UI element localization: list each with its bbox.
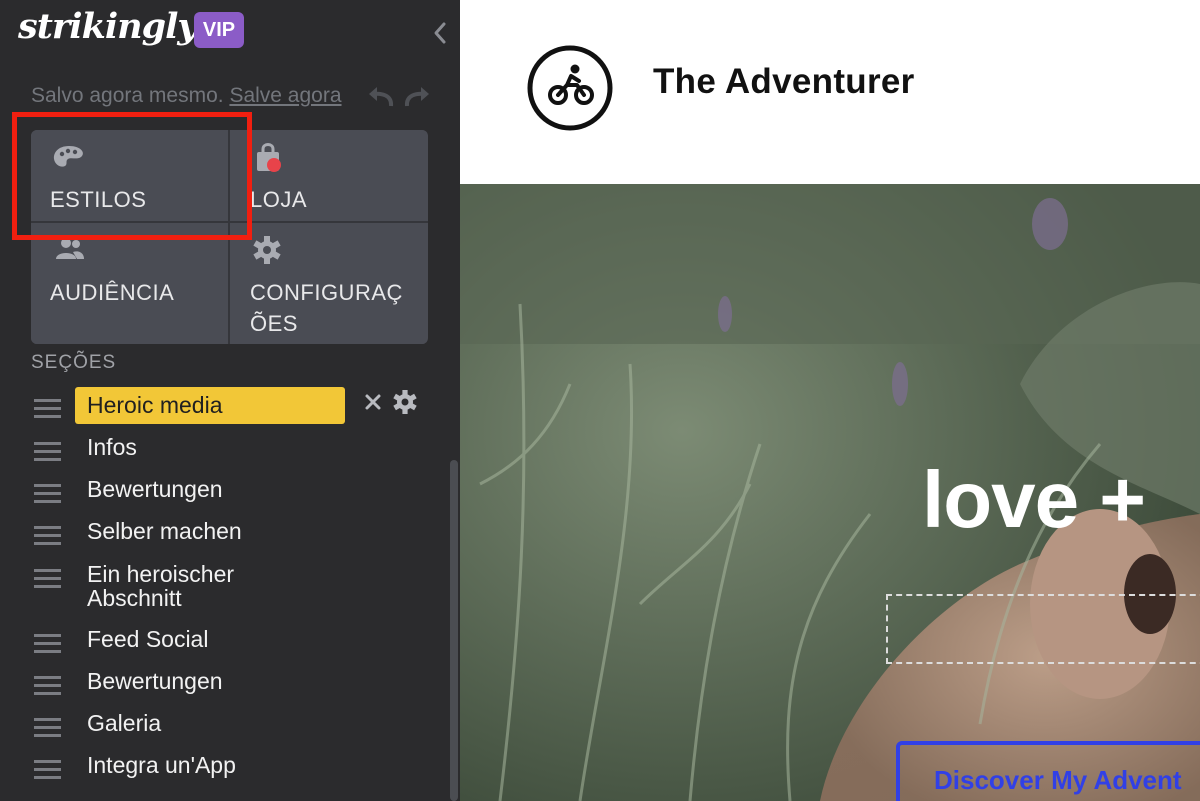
section-label: Bewertungen bbox=[87, 476, 223, 502]
drag-handle-icon[interactable] bbox=[34, 718, 61, 738]
section-settings-icon[interactable] bbox=[391, 388, 419, 416]
hero-text-placeholder[interactable] bbox=[886, 594, 1200, 664]
section-row[interactable]: Selber machen bbox=[0, 514, 440, 554]
section-label: Bewertungen bbox=[87, 668, 223, 694]
active-section-pill[interactable]: Heroic media bbox=[75, 387, 345, 424]
gear-icon bbox=[253, 236, 281, 264]
drag-handle-icon[interactable] bbox=[34, 442, 61, 462]
section-row[interactable]: Galeria bbox=[0, 706, 440, 746]
save-status: Salvo agora mesmo. Salve agora bbox=[31, 84, 342, 108]
strikingly-editor: strikingly VIP Salvo agora mesmo. Salve … bbox=[0, 0, 1200, 801]
section-label: Ein heroischer Abschnitt bbox=[87, 561, 235, 611]
section-label: Heroic media bbox=[87, 392, 223, 418]
section-label: Feed Social bbox=[87, 626, 209, 652]
site-preview: The Adventurer love + Discover My Advent bbox=[460, 0, 1200, 801]
undo-icon[interactable] bbox=[366, 83, 396, 109]
hero-heading[interactable]: love + bbox=[922, 454, 1146, 546]
vip-badge: VIP bbox=[194, 12, 244, 48]
section-row[interactable]: Bewertungen bbox=[0, 472, 440, 512]
section-row[interactable]: Integra un'App bbox=[0, 748, 440, 788]
section-label: Galeria bbox=[87, 710, 162, 736]
drag-handle-icon[interactable] bbox=[34, 484, 61, 504]
section-row[interactable]: Heroic media bbox=[0, 387, 440, 427]
hero-section: love + Discover My Advent bbox=[460, 184, 1200, 801]
discover-button-label: Discover My Advent bbox=[934, 765, 1182, 795]
strikingly-logo: strikingly bbox=[18, 6, 198, 47]
drag-handle-icon[interactable] bbox=[34, 634, 61, 654]
menu-tile-store[interactable]: LOJA bbox=[230, 130, 427, 221]
drag-handle-icon[interactable] bbox=[34, 676, 61, 696]
menu-tile-settings[interactable]: CONFIGURAÇ ÕES bbox=[230, 223, 427, 344]
editor-sidebar: strikingly VIP Salvo agora mesmo. Salve … bbox=[0, 0, 460, 801]
redo-icon[interactable] bbox=[402, 83, 432, 109]
close-icon[interactable] bbox=[362, 391, 384, 413]
menu-label-audience: AUDIÊNCIA bbox=[50, 280, 175, 305]
section-label: Integra un'App bbox=[87, 752, 236, 778]
section-row[interactable]: Infos bbox=[0, 430, 440, 470]
drag-handle-icon[interactable] bbox=[34, 760, 61, 780]
drag-handle-icon[interactable] bbox=[34, 399, 61, 419]
sections-heading: SEÇÕES bbox=[31, 352, 117, 373]
collapse-sidebar-icon[interactable] bbox=[428, 18, 452, 48]
section-row[interactable]: Feed Social bbox=[0, 622, 440, 662]
notification-dot bbox=[267, 158, 281, 172]
highlight-box bbox=[12, 112, 252, 240]
section-label: Selber machen bbox=[87, 518, 242, 544]
sidebar-scrollbar[interactable] bbox=[450, 460, 458, 801]
section-row[interactable]: Ein heroischer Abschnitt bbox=[0, 557, 440, 613]
saved-text: Salvo agora mesmo. bbox=[31, 84, 224, 107]
drag-handle-icon[interactable] bbox=[34, 569, 61, 589]
section-row[interactable]: Bewertungen bbox=[0, 664, 440, 704]
menu-label-store: LOJA bbox=[250, 187, 308, 212]
save-now-link[interactable]: Salve agora bbox=[229, 84, 341, 107]
site-header: The Adventurer bbox=[460, 0, 1200, 184]
discover-button[interactable]: Discover My Advent bbox=[896, 741, 1200, 801]
site-title[interactable]: The Adventurer bbox=[653, 62, 915, 102]
section-row[interactable] bbox=[0, 790, 440, 801]
menu-tile-audience[interactable]: AUDIÊNCIA bbox=[31, 223, 228, 344]
menu-label-settings: CONFIGURAÇ ÕES bbox=[250, 280, 403, 336]
cyclist-icon[interactable] bbox=[527, 45, 613, 131]
section-label: Infos bbox=[87, 434, 137, 460]
drag-handle-icon[interactable] bbox=[34, 526, 61, 546]
